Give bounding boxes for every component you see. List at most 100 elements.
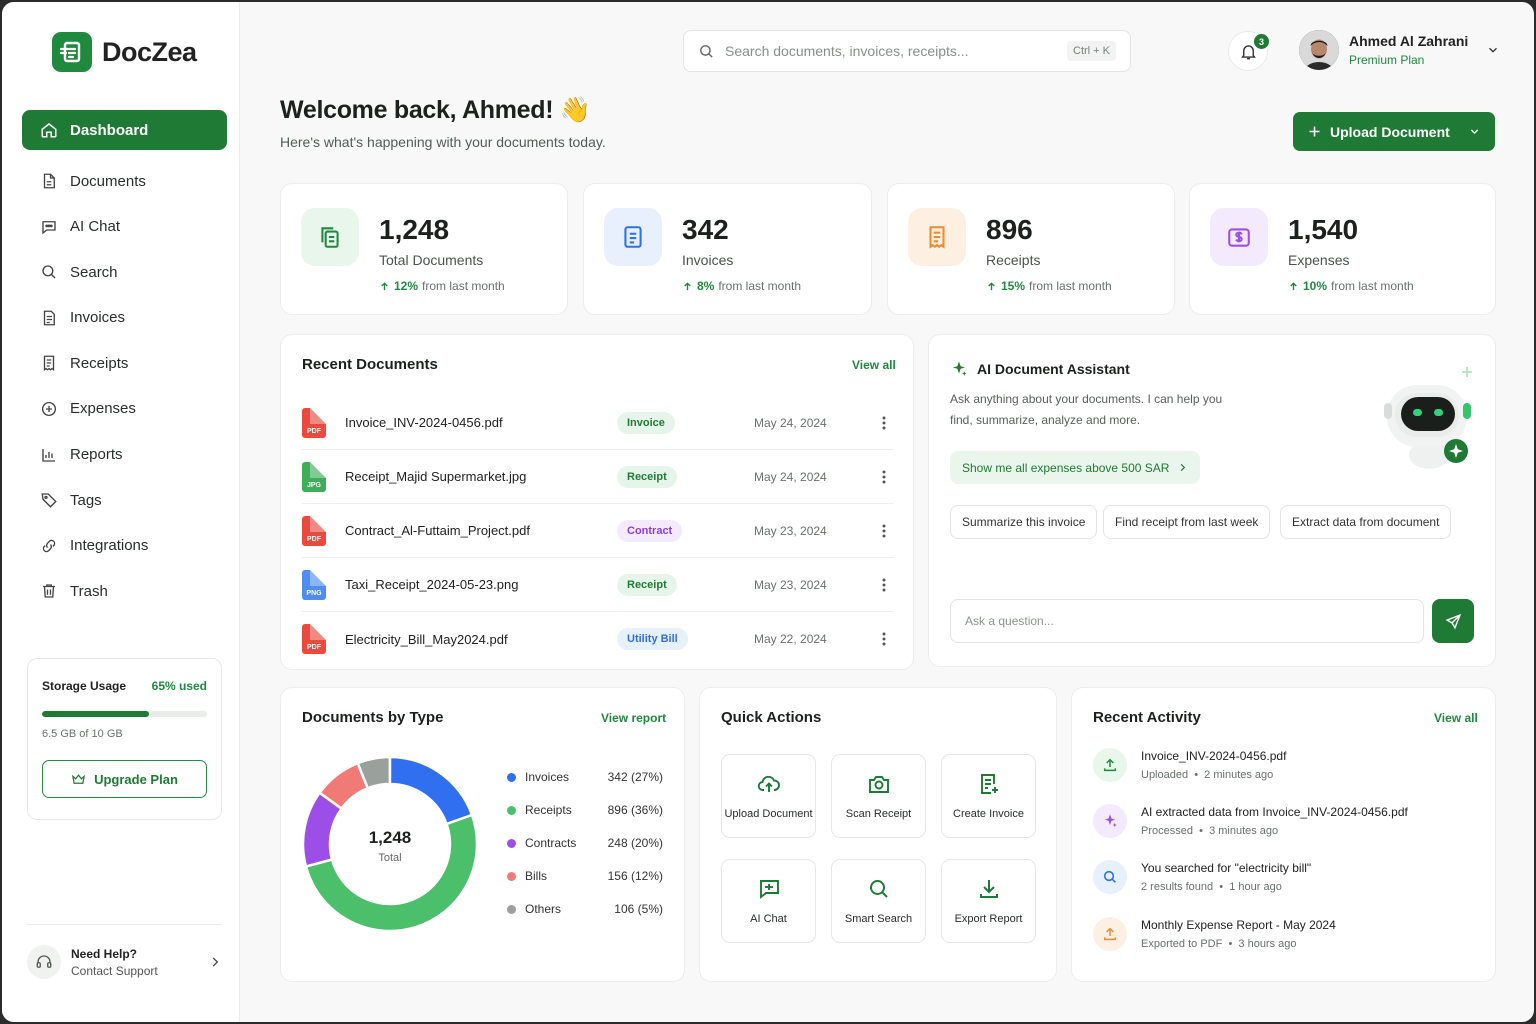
trash-icon (43, 584, 55, 599)
recent-documents-card: Recent Documents View all PDF Invoice_IN… (280, 334, 914, 670)
donut-center-label: Total (378, 852, 401, 864)
stat-card-invoices[interactable]: 342 Invoices 8% from last month (583, 183, 872, 315)
logo[interactable]: DocZea (52, 32, 197, 72)
upload-dropdown-toggle[interactable] (1468, 125, 1481, 138)
send-button[interactable] (1432, 599, 1474, 643)
donut-slice-contracts[interactable] (301, 791, 344, 869)
chevron-right-icon (212, 957, 219, 967)
ai-suggestion-button[interactable]: Show me all expenses above 500 SAR (950, 451, 1201, 484)
chat-icon (42, 220, 56, 234)
legend-label: Contracts (525, 836, 577, 850)
table-row[interactable]: JPG Receipt_Majid Supermarket.jpg Receip… (302, 450, 894, 504)
sidebar-item-reports[interactable]: Reports (22, 435, 227, 475)
quick-action-export-report[interactable]: Export Report (941, 859, 1036, 943)
stat-card-expenses[interactable]: 1,540 Expenses 10% from last month (1189, 183, 1496, 315)
ai-chip-extract-data[interactable]: Extract data from document (1280, 505, 1452, 539)
pdf-file-icon: PDF (302, 624, 326, 654)
more-options-icon[interactable] (874, 416, 894, 430)
sidebar-item-receipts[interactable]: Receipts (22, 343, 227, 383)
stat-change: 10% from last month (1288, 279, 1414, 293)
chevron-down-icon (1489, 47, 1498, 53)
legend-dot (507, 904, 516, 914)
upload-document-button[interactable]: Upload Document (1293, 112, 1495, 151)
quick-action-ai-chat[interactable]: AI Chat (721, 859, 816, 943)
page-title: Welcome back, Ahmed! 👋 (280, 96, 591, 124)
logo-icon (52, 32, 92, 72)
table-row[interactable]: PDF Electricity_Bill_May2024.pdf Utility… (302, 612, 894, 666)
donut-slice-invoices[interactable] (388, 755, 474, 826)
notifications-button[interactable]: 3 (1228, 31, 1269, 71)
view-report-link[interactable]: View report (601, 711, 666, 725)
recent-activity-view-all[interactable]: View all (1434, 711, 1478, 725)
arrow-up-icon (381, 281, 388, 290)
expenses-icon (41, 401, 57, 417)
quick-action-create-invoice[interactable]: Create Invoice (941, 754, 1036, 838)
stat-change-value: 10% (1303, 279, 1328, 293)
sidebar-item-expenses[interactable]: Expenses (22, 389, 227, 429)
storage-detail: 6.5 GB of 10 GB (42, 728, 123, 740)
upgrade-plan-label: Upgrade Plan (94, 771, 178, 787)
document-name: Taxi_Receipt_2024-05-23.png (345, 577, 519, 592)
more-options-icon[interactable] (874, 470, 894, 484)
ai-chat-icon (759, 880, 779, 899)
stat-change: 8% from last month (682, 279, 801, 293)
ai-question-placeholder: Ask a question... (965, 614, 1054, 628)
search-input[interactable]: Search documents, invoices, receipts... … (683, 30, 1131, 72)
storage-title: Storage Usage (42, 679, 127, 693)
quick-action-scan-receipt[interactable]: Scan Receipt (831, 754, 926, 838)
receipt-icon (43, 355, 55, 372)
arrow-up-icon (1290, 281, 1297, 290)
quick-action-label: Upload Document (724, 808, 813, 820)
sidebar-item-search[interactable]: Search (22, 252, 227, 292)
more-options-icon[interactable] (874, 524, 894, 538)
table-row[interactable]: PNG Taxi_Receipt_2024-05-23.png Receipt … (302, 558, 894, 612)
legend-value: 342 (27%) (607, 770, 663, 784)
upgrade-plan-button[interactable]: Upgrade Plan (42, 760, 207, 798)
activity-item[interactable]: Invoice_INV-2024-0456.pdf Uploaded • 2 m… (1093, 748, 1483, 782)
recent-documents-view-all[interactable]: View all (852, 358, 896, 372)
sidebar-item-ai-chat[interactable]: AI Chat (22, 207, 227, 247)
ai-chip-find-receipt[interactable]: Find receipt from last week (1103, 505, 1271, 539)
search-icon (42, 265, 56, 279)
activity-item[interactable]: AI extracted data from Invoice_INV-2024-… (1093, 804, 1483, 838)
activity-item[interactable]: Monthly Expense Report - May 2024 Export… (1093, 917, 1483, 951)
stat-change-suffix: from last month (1029, 279, 1112, 293)
quick-action-label: Smart Search (844, 913, 913, 925)
storage-progress-bar (42, 711, 207, 717)
stat-change: 12% from last month (379, 279, 505, 293)
ai-assistant-title: AI Document Assistant (977, 361, 1130, 377)
arrow-up-icon (988, 281, 995, 290)
activity-title: Invoice_INV-2024-0456.pdf (1141, 749, 1287, 763)
sidebar-item-documents[interactable]: Documents (22, 161, 227, 201)
arrow-up-icon (684, 281, 691, 290)
stat-card-total-documents[interactable]: 1,248 Total Documents 12% from last mont… (280, 183, 568, 315)
activity-title: AI extracted data from Invoice_INV-2024-… (1141, 805, 1408, 819)
more-options-icon[interactable] (874, 578, 894, 592)
table-row[interactable]: PDF Contract_Al-Futtaim_Project.pdf Cont… (302, 504, 894, 558)
quick-action-smart-search[interactable]: Smart Search (831, 859, 926, 943)
stat-card-receipts[interactable]: 896 Receipts 15% from last month (887, 183, 1175, 315)
ai-question-input[interactable]: Ask a question... (950, 599, 1424, 643)
document-tag: Contract (617, 519, 683, 542)
help-link[interactable]: Need Help? Contact Support (27, 942, 222, 982)
sidebar-item-trash[interactable]: Trash (22, 571, 227, 611)
quick-action-upload-document[interactable]: Upload Document (721, 754, 816, 838)
create-invoice-icon (980, 774, 998, 794)
activity-item[interactable]: You searched for "electricity bill" 2 re… (1093, 860, 1483, 894)
table-row[interactable]: PDF Invoice_INV-2024-0456.pdf Invoice Ma… (302, 396, 894, 450)
sidebar-item-dashboard[interactable]: Dashboard (22, 110, 227, 150)
storage-card: Storage Usage 65% used 6.5 GB of 10 GB U… (27, 658, 222, 820)
legend-value: 156 (12%) (607, 869, 663, 883)
sidebar-item-tags[interactable]: Tags (22, 480, 227, 520)
ai-chip-summarize[interactable]: Summarize this invoice (950, 505, 1098, 539)
user-menu[interactable]: Ahmed Al Zahrani Premium Plan (1299, 30, 1500, 70)
sidebar-item-label: Invoices (70, 309, 126, 327)
png-file-icon: PNG (302, 569, 326, 600)
more-options-icon[interactable] (874, 632, 894, 646)
sidebar-item-label: Expenses (70, 400, 136, 418)
legend-item-receipts: Receipts 896 (36%) (507, 803, 663, 817)
document-name: Contract_Al-Futtaim_Project.pdf (345, 523, 530, 538)
sidebar-item-invoices[interactable]: Invoices (22, 298, 227, 338)
sidebar-item-label: Receipts (70, 354, 129, 372)
sidebar-item-integrations[interactable]: Integrations (22, 526, 227, 566)
